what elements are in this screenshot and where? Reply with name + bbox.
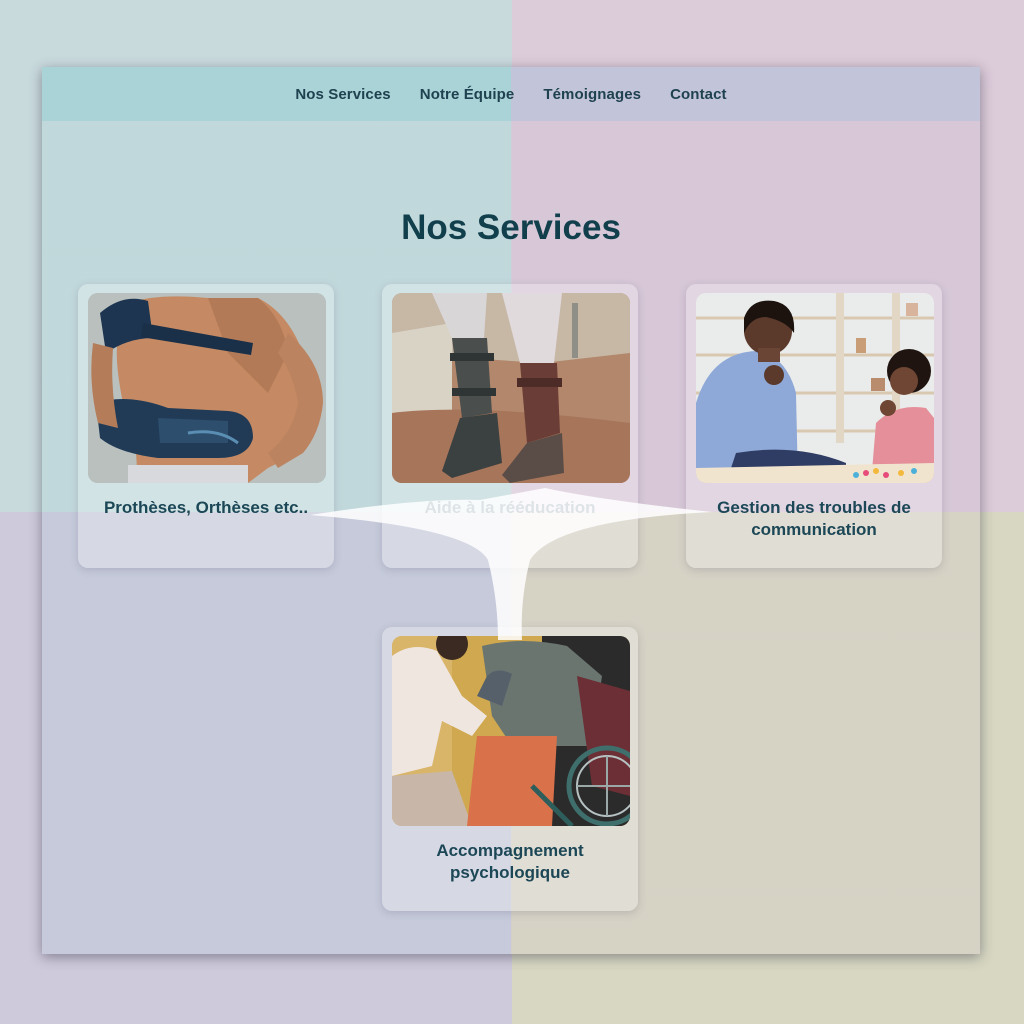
- shoulder-brace-photo: [88, 293, 326, 483]
- service-card-rehabilitation[interactable]: Aide à la rééducation: [382, 284, 638, 568]
- nav-link-services[interactable]: Nos Services: [295, 86, 390, 103]
- top-navigation: Nos Services Notre Équipe Témoignages Co…: [42, 67, 980, 121]
- nav-link-contact[interactable]: Contact: [670, 86, 727, 103]
- service-label-rehabilitation: Aide à la rééducation: [424, 498, 596, 517]
- service-label-communication: Gestion des troubles de communication: [717, 498, 911, 539]
- website-page: Nos Services Notre Équipe Témoignages Co…: [42, 67, 980, 954]
- nav-link-testimonials[interactable]: Témoignages: [543, 86, 641, 103]
- nav-link-team[interactable]: Notre Équipe: [420, 86, 515, 103]
- page-title: Nos Services: [401, 208, 621, 247]
- leg-braces-photo: [392, 293, 630, 483]
- wheelchair-support-photo: [392, 636, 630, 826]
- service-card-communication[interactable]: Gestion des troubles de communication: [686, 284, 942, 568]
- service-label-prostheses: Prothèses, Orthèses etc..: [103, 498, 309, 517]
- service-card-prostheses[interactable]: Prothèses, Orthèses etc..: [78, 284, 334, 568]
- service-card-psychological[interactable]: Accompagnement psychologique: [382, 627, 638, 911]
- therapist-child-photo: [696, 293, 934, 483]
- service-label-psychological: Accompagnement psychologique: [436, 841, 584, 882]
